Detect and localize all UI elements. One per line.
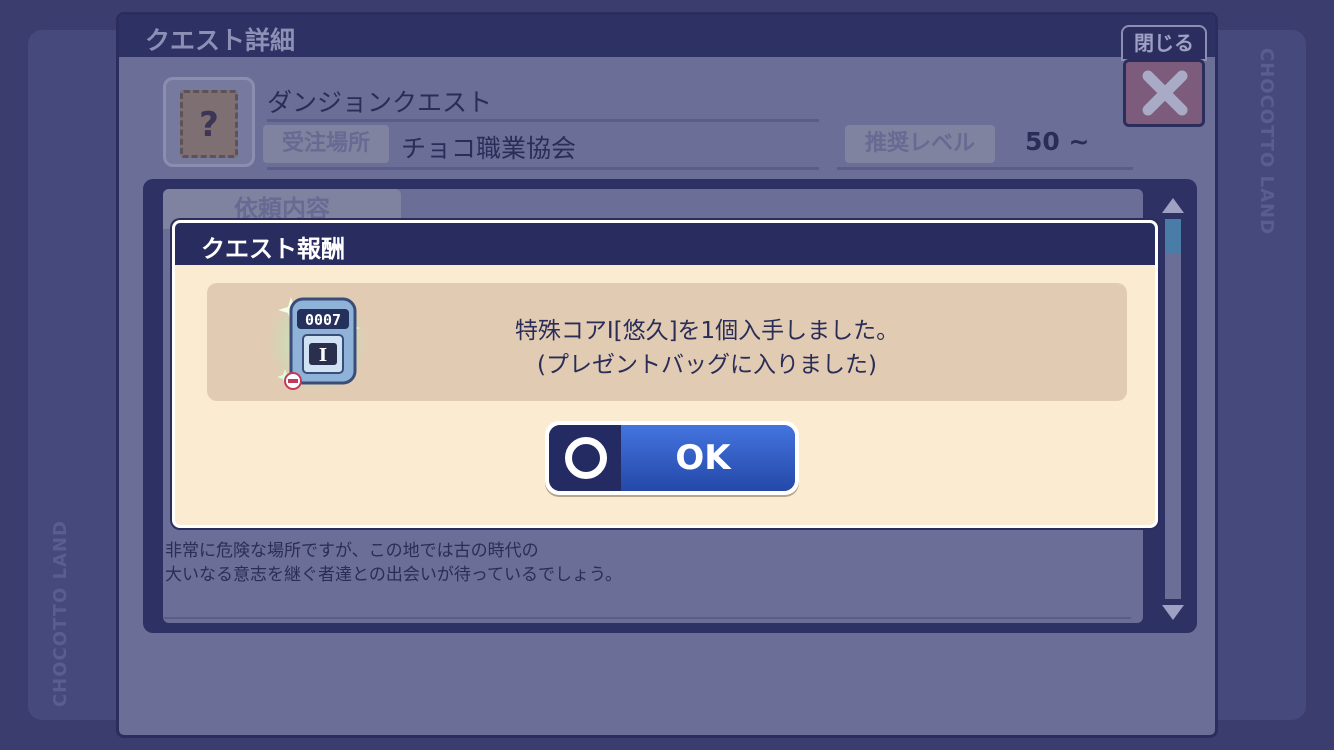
question-card-icon: ?	[180, 90, 238, 158]
scroll-thumb[interactable]	[1165, 219, 1181, 253]
scroll-up-icon[interactable]	[1159, 193, 1187, 217]
dialog-titlebar: クエスト報酬	[175, 223, 1155, 265]
divider	[267, 119, 819, 122]
level-tag: 推奨レベル	[845, 125, 995, 163]
description-line: 大いなる意志を継ぐ者達との出会いが待っているでしょう。	[165, 565, 622, 585]
scroll-down-icon[interactable]	[1159, 601, 1187, 625]
watermark-left: CHOCOTTO LAND	[50, 520, 71, 708]
location-tag: 受注場所	[263, 125, 389, 163]
window-title: クエスト詳細	[145, 26, 296, 55]
reward-row: 0007 I 特殊コアⅠ[悠久]を1個入手しました。 (プレゼントバッグに入りま…	[207, 283, 1127, 401]
quest-icon-box: ?	[163, 77, 255, 167]
divider	[163, 617, 1131, 619]
close-x-icon	[1123, 59, 1205, 127]
ok-icon-area	[549, 425, 621, 491]
quest-description: 非常に危険な場所ですが、この地では古の時代の 大いなる意志を継ぐ者達との出会いが…	[165, 539, 622, 587]
ok-label: OK	[621, 425, 795, 491]
dialog-title: クエスト報酬	[201, 235, 345, 263]
close-button[interactable]: 閉じる	[1121, 25, 1207, 129]
description-line: 非常に危険な場所ですが、この地では古の時代の	[165, 541, 539, 561]
divider	[267, 167, 819, 170]
scrollbar[interactable]	[1159, 193, 1187, 620]
window-titlebar: クエスト詳細	[119, 15, 1215, 57]
reward-message: 特殊コアⅠ[悠久]を1個入手しました。	[514, 318, 900, 344]
watermark-right: CHOCOTTO LAND	[1256, 48, 1277, 236]
level-value: 50 ~	[1025, 127, 1090, 156]
reward-dialog: クエスト報酬 0007 I 特殊コアⅠ[悠久]を1個入手しました。 (プレゼント…	[172, 220, 1158, 528]
scroll-track[interactable]	[1163, 217, 1183, 601]
reward-submessage: (プレゼントバッグに入りました)	[537, 352, 877, 378]
close-label: 閉じる	[1121, 25, 1207, 61]
location-value: チョコ職業協会	[401, 134, 577, 163]
circle-button-icon	[565, 437, 607, 479]
divider	[837, 167, 1133, 170]
ok-button-face: OK	[549, 425, 795, 491]
quest-type: ダンジョンクエスト	[267, 88, 493, 117]
ok-button[interactable]: OK	[545, 421, 799, 495]
